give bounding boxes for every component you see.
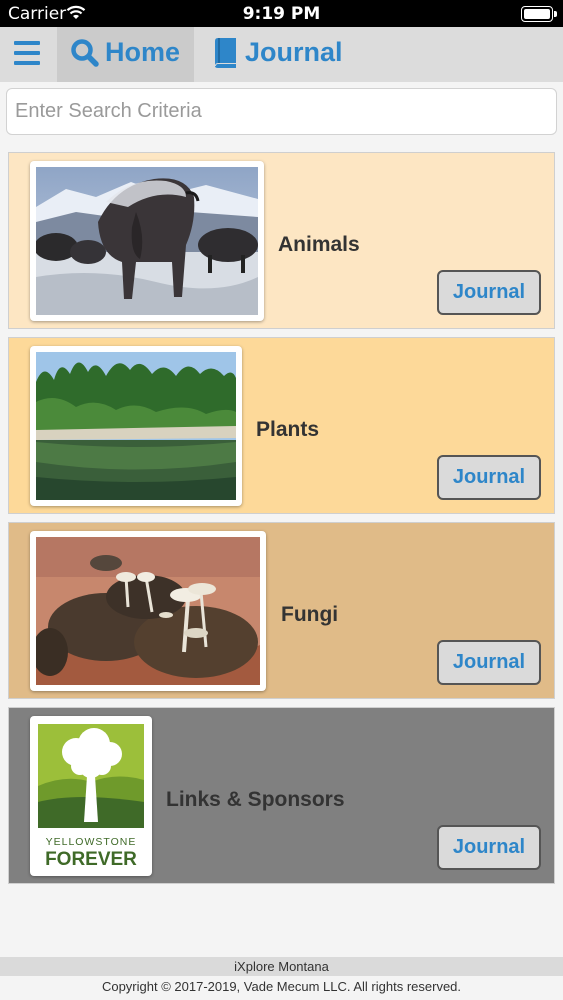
mushrooms-photo <box>30 531 266 691</box>
tab-journal[interactable]: Journal <box>205 27 365 82</box>
category-card-plants[interactable]: Plants Journal <box>8 337 555 514</box>
tab-journal-label: Journal <box>245 37 343 67</box>
hamburger-menu-icon[interactable] <box>14 41 40 65</box>
tab-home-label: Home <box>105 37 181 67</box>
journal-button-links-sponsors[interactable]: Journal <box>437 825 541 870</box>
tab-home[interactable]: Home <box>57 27 194 82</box>
clock: 9:19 PM <box>242 4 321 24</box>
nav-bar: Home Journal <box>0 27 563 82</box>
logo-text-line2: FOREVER <box>45 849 137 870</box>
journal-button-fungi[interactable]: Journal <box>437 640 541 685</box>
category-title-fungi: Fungi <box>281 603 339 626</box>
category-card-animals[interactable]: Animals Journal <box>8 152 555 329</box>
forest-lake-photo <box>30 346 242 506</box>
yellowstone-forever-logo: YELLOWSTONE FOREVER <box>30 716 152 876</box>
book-icon <box>215 38 236 68</box>
search-icon <box>71 39 99 67</box>
category-title-animals: Animals <box>278 233 360 256</box>
bison-photo <box>30 161 264 321</box>
copyright-footer: Copyright © 2017-2019, Vade Mecum LLC. A… <box>0 976 563 1000</box>
search-bar <box>6 88 557 135</box>
app-name-footer: iXplore Montana <box>0 957 563 976</box>
journal-button-plants[interactable]: Journal <box>437 455 541 500</box>
journal-button-animals[interactable]: Journal <box>437 270 541 315</box>
logo-text-line1: YELLOWSTONE <box>46 836 137 848</box>
category-card-links-sponsors[interactable]: YELLOWSTONE FOREVER Links & Sponsors Jou… <box>8 707 555 884</box>
search-input[interactable] <box>6 88 557 135</box>
category-title-links-sponsors: Links & Sponsors <box>166 788 345 811</box>
category-card-fungi[interactable]: Fungi Journal <box>8 522 555 699</box>
battery-icon <box>521 6 557 22</box>
status-bar: Carrier 9:19 PM <box>0 0 563 27</box>
category-title-plants: Plants <box>256 418 320 441</box>
